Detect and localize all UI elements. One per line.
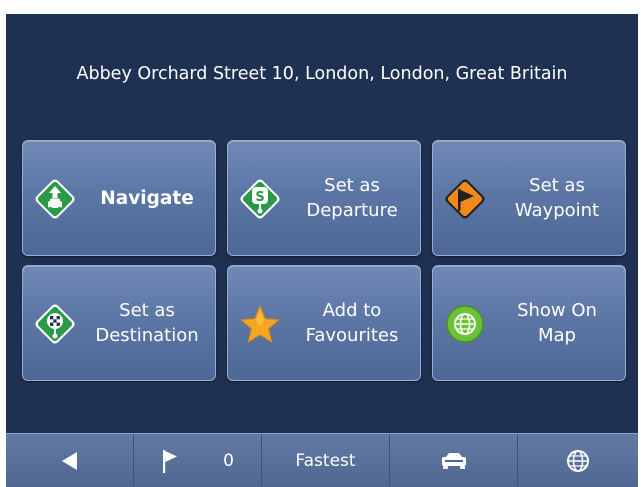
set-departure-label: Set as Departure <box>306 175 398 221</box>
set-departure-button[interactable]: S Set as Departure <box>227 140 421 256</box>
set-destination-label: Set as Destination <box>95 300 199 346</box>
svg-text:S: S <box>255 190 264 205</box>
vehicle-button[interactable] <box>390 434 518 487</box>
bottom-toolbar: 0 Fastest <box>6 433 638 487</box>
waypoints-button[interactable]: 0 <box>134 434 262 487</box>
show-on-map-button[interactable]: Show On Map <box>432 265 626 381</box>
screen: Abbey Orchard Street 10, London, London,… <box>6 14 638 487</box>
back-button[interactable] <box>6 434 134 487</box>
departure-icon: S <box>238 177 282 221</box>
globe-icon <box>443 302 487 346</box>
add-favourites-button[interactable]: Add to Favourites <box>227 265 421 381</box>
globe-icon <box>567 450 589 472</box>
destination-icon <box>33 302 77 346</box>
set-waypoint-button[interactable]: Set as Waypoint <box>432 140 626 256</box>
set-destination-button[interactable]: Set as Destination <box>22 265 216 381</box>
route-mode-label: Fastest <box>295 451 356 471</box>
navigate-button[interactable]: Navigate <box>22 140 216 256</box>
navigate-label: Navigate <box>100 187 194 209</box>
flag-icon <box>163 450 178 473</box>
show-on-map-label: Show On Map <box>517 300 597 346</box>
set-waypoint-label: Set as Waypoint <box>514 175 600 221</box>
waypoint-count: 0 <box>223 451 234 471</box>
add-favourites-label: Add to Favourites <box>305 300 399 346</box>
star-icon <box>238 302 282 346</box>
route-mode-button[interactable]: Fastest <box>262 434 390 487</box>
navigate-icon <box>33 177 77 221</box>
waypoint-flag-icon <box>443 177 487 221</box>
back-arrow-icon <box>61 452 77 470</box>
address-label: Abbey Orchard Street 10, London, London,… <box>76 64 568 84</box>
car-icon <box>441 453 466 469</box>
map-button[interactable] <box>518 434 638 487</box>
